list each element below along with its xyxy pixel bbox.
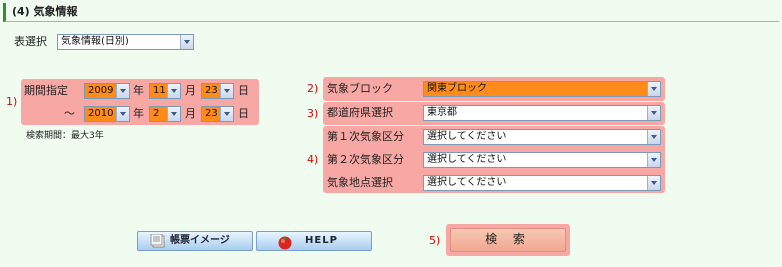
marker-5: 5) — [429, 234, 441, 247]
from-month-select[interactable]: 11 — [149, 83, 181, 99]
search-button[interactable]: 検 索 — [450, 228, 566, 252]
first-area-label: 第１次気象区分 — [327, 130, 404, 143]
point-label: 気象地点選択 — [327, 176, 393, 189]
second-area-value: 選択してください — [427, 154, 507, 165]
month-unit: 月 — [185, 84, 196, 97]
chevron-down-icon — [647, 82, 660, 96]
table-select[interactable]: 気象情報(日別) — [57, 34, 194, 50]
tomato-icon — [277, 234, 293, 250]
chevron-down-icon — [647, 153, 660, 167]
chevron-down-icon — [647, 176, 660, 190]
table-select-value: 気象情報(日別) — [61, 36, 129, 47]
block-select[interactable]: 関東ブロック — [423, 81, 661, 97]
block-label: 気象ブロック — [327, 82, 393, 95]
year-unit: 年 — [133, 107, 144, 120]
point-value: 選択してください — [427, 177, 507, 188]
chevron-down-icon — [647, 106, 660, 120]
to-year-select[interactable]: 2010 — [84, 106, 130, 122]
to-day-select[interactable]: 23 — [201, 106, 234, 122]
first-area-value: 選択してください — [427, 131, 507, 142]
point-select[interactable]: 選択してください — [423, 175, 661, 191]
prefecture-label: 都道府県選択 — [327, 106, 393, 119]
to-day-value: 23 — [205, 108, 218, 119]
to-year-value: 2010 — [88, 108, 114, 119]
chevron-down-icon — [647, 130, 660, 144]
document-icon — [150, 233, 168, 248]
period-note: 検索期間：最大3年 — [26, 131, 104, 141]
day-unit: 日 — [238, 84, 249, 97]
chevron-down-icon — [180, 35, 193, 49]
to-month-value: 2 — [153, 108, 160, 119]
section-title: (4) 気象情報 — [3, 3, 779, 22]
prefecture-value: 東京都 — [427, 107, 457, 118]
chevron-down-icon — [220, 84, 233, 98]
block-value: 関東ブロック — [427, 83, 487, 94]
report-image-label: 帳票イメージ — [170, 235, 230, 246]
from-month-value: 11 — [153, 85, 166, 96]
second-area-select[interactable]: 選択してください — [423, 152, 661, 168]
help-label: HELP — [305, 235, 338, 246]
tilde: ～ — [64, 107, 75, 120]
second-area-label: 第２次気象区分 — [327, 153, 404, 166]
day-unit: 日 — [238, 107, 249, 120]
from-day-select[interactable]: 23 — [201, 83, 234, 99]
from-year-value: 2009 — [88, 85, 114, 96]
period-label: 期間指定 — [24, 84, 68, 97]
marker-2: 2) — [307, 82, 319, 95]
help-button[interactable]: HELP — [256, 231, 372, 251]
first-area-select[interactable]: 選択してください — [423, 129, 661, 145]
chevron-down-icon — [116, 84, 129, 98]
year-unit: 年 — [133, 84, 144, 97]
chevron-down-icon — [220, 107, 233, 121]
marker-3: 3) — [307, 107, 319, 120]
marker-1: 1) — [6, 95, 18, 108]
from-day-value: 23 — [205, 85, 218, 96]
to-month-select[interactable]: 2 — [149, 106, 181, 122]
chevron-down-icon — [167, 107, 180, 121]
chevron-down-icon — [116, 107, 129, 121]
table-select-label: 表選択 — [14, 35, 47, 48]
month-unit: 月 — [185, 107, 196, 120]
search-button-frame: 検 索 — [446, 224, 570, 256]
chevron-down-icon — [167, 84, 180, 98]
prefecture-select[interactable]: 東京都 — [423, 105, 661, 121]
from-year-select[interactable]: 2009 — [84, 83, 130, 99]
marker-4: 4) — [307, 153, 319, 166]
report-image-button[interactable]: 帳票イメージ — [137, 231, 253, 251]
